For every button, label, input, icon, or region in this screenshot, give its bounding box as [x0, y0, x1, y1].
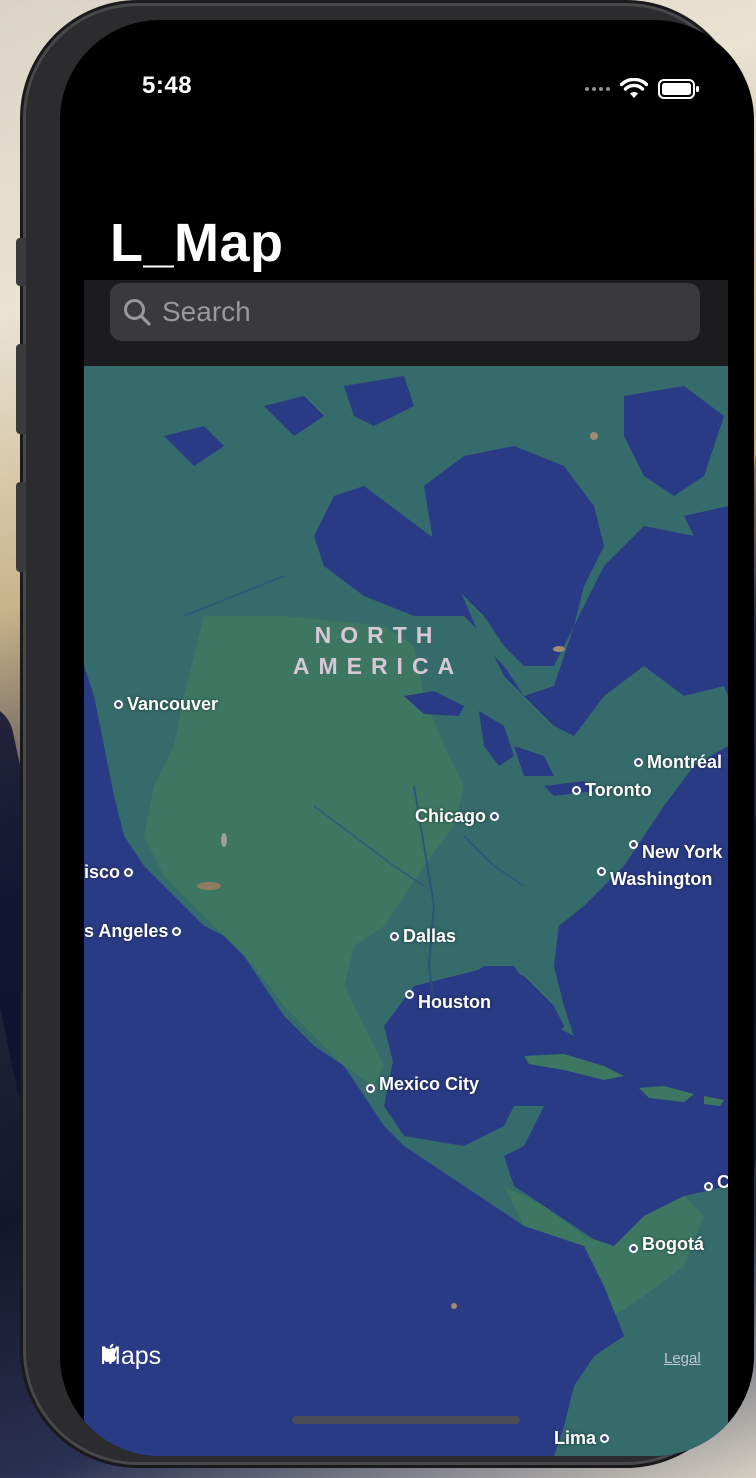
city-marker: [172, 927, 182, 936]
city-marker: [572, 786, 581, 795]
wifi-icon: [620, 78, 648, 98]
legal-link[interactable]: Legal: [664, 1350, 701, 1367]
search-field[interactable]: [110, 283, 700, 341]
city-toronto[interactable]: Toronto: [572, 780, 652, 801]
city-marker: [629, 840, 638, 849]
search-input[interactable]: [160, 295, 684, 329]
status-time: 5:48: [142, 72, 193, 99]
city-dallas[interactable]: Dallas: [390, 926, 456, 947]
home-indicator[interactable]: [292, 1416, 520, 1424]
search-bar: [84, 280, 728, 366]
city-marker: [704, 1182, 713, 1191]
city-marker: [124, 868, 134, 877]
city-marker: [405, 990, 414, 999]
city-lima[interactable]: Lima: [554, 1428, 610, 1449]
city-washington[interactable]: Washington: [597, 853, 712, 890]
continent-label: NORTH AMERICA: [292, 622, 464, 679]
status-indicators: [585, 74, 700, 104]
cellular-signal-icon: [585, 87, 610, 91]
screen: 5:48 L_Map Search NORTH AMERICA Vancouve…: [60, 20, 754, 1456]
side-button-mute: [16, 238, 26, 286]
map-view[interactable]: NORTH AMERICA Vancouver Montréal Toronto…: [84, 366, 728, 1456]
city-marker: [600, 1434, 610, 1443]
apple-logo-icon: [102, 1343, 117, 1362]
city-san-francisco[interactable]: isco: [84, 862, 134, 883]
side-button-volume-down: [16, 482, 26, 572]
city-marker: [597, 867, 606, 876]
phone-frame: 5:48 L_Map Search NORTH AMERICA Vancouve…: [16, 6, 754, 1462]
city-marker: [366, 1084, 375, 1093]
city-bogota[interactable]: Bogotá: [629, 1234, 704, 1255]
city-los-angeles[interactable]: s Angeles: [84, 921, 182, 942]
apple-maps-logo: Maps: [100, 1342, 162, 1370]
city-marker: [629, 1244, 638, 1253]
city-marker: [390, 932, 399, 941]
city-houston[interactable]: Houston: [405, 976, 491, 1013]
city-vancouver[interactable]: Vancouver: [114, 694, 218, 715]
city-chicago[interactable]: Chicago: [415, 806, 500, 827]
side-button-volume-up: [16, 344, 26, 434]
battery-icon: [658, 79, 699, 99]
city-marker: [114, 700, 123, 709]
city-mexico-city[interactable]: Mexico City: [366, 1074, 479, 1095]
city-marker: [490, 812, 500, 821]
city-marker: [634, 758, 643, 767]
city-montreal[interactable]: Montréal: [634, 752, 722, 773]
city-caracas[interactable]: C: [704, 1172, 728, 1193]
map-terrain: [84, 366, 728, 1456]
search-icon: [124, 299, 151, 326]
page-title: L_Map: [110, 213, 284, 273]
